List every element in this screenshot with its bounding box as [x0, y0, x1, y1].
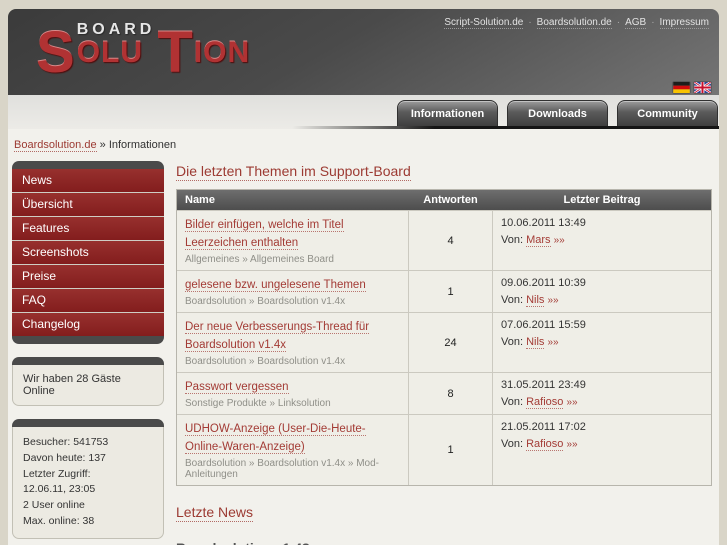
goto-post-arrows[interactable]: »»: [548, 337, 559, 348]
topic-link[interactable]: UDHOW-Anzeige (User-Die-Heute-Online-War…: [185, 423, 366, 454]
sidebar-item-faq[interactable]: FAQ: [12, 288, 164, 312]
table-header-row: Name Antworten Letzter Beitrag: [177, 190, 711, 210]
news-section-title: Letzte News: [176, 504, 254, 522]
sidebar-menu: News Übersicht Features Screenshots Prei…: [12, 161, 164, 344]
link-separator: ·: [528, 17, 532, 28]
goto-post-arrows[interactable]: »»: [566, 397, 577, 408]
table-row: gelesene bzw. ungelesene Themen Boardsol…: [177, 270, 711, 312]
sidebar-item-screenshots[interactable]: Screenshots: [12, 240, 164, 264]
link-agb[interactable]: AGB: [625, 17, 647, 29]
author-link[interactable]: Mars: [526, 233, 551, 247]
stat-users-online: 2 User online: [23, 499, 85, 511]
topic-answers-count: 1: [408, 415, 493, 485]
breadcrumb-current: Informationen: [108, 139, 177, 151]
sidebar-item-preise[interactable]: Preise: [12, 264, 164, 288]
goto-post-arrows[interactable]: »»: [554, 235, 565, 246]
link-script-solution[interactable]: Script-Solution.de: [444, 17, 524, 29]
breadcrumb: Boardsolution.de » Informationen: [14, 139, 712, 152]
stat-today: Davon heute: 137: [23, 451, 106, 464]
column-header-name: Name: [185, 194, 215, 206]
menu-top-cap: [12, 161, 164, 169]
author-link[interactable]: Rafioso: [526, 395, 564, 409]
table-row: Passwort vergessen Sonstige Produkte » L…: [177, 372, 711, 414]
content-area: Die letzten Themen im Support-Board Name…: [176, 161, 712, 545]
goto-post-arrows[interactable]: »»: [548, 295, 559, 306]
stat-last-access-label: Letzter Zugriff:: [23, 467, 91, 480]
topic-date: 07.06.2011 15:59: [501, 319, 586, 331]
sidebar-item-features[interactable]: Features: [12, 216, 164, 240]
topic-answers-count: 4: [408, 211, 493, 270]
link-separator: ·: [616, 17, 621, 28]
logo-letter-s: S: [36, 20, 75, 85]
main-area: Boardsolution.de » Informationen News Üb…: [8, 129, 719, 545]
sidebar-item-uebersicht[interactable]: Übersicht: [12, 192, 164, 216]
header-top-links: Script-Solution.de · Boardsolution.de · AGB ·…: [444, 17, 709, 29]
news-article: Boardsolution v1.43 Wieder sind ein paar…: [176, 540, 712, 545]
topic-category: Boardsolution » Boardsolution v1.4x » Mo…: [185, 458, 380, 480]
topic-date: 10.06.2011 13:49: [501, 217, 586, 229]
breadcrumb-separator: »: [99, 139, 106, 151]
tab-informationen[interactable]: Informationen: [397, 100, 498, 126]
tab-community[interactable]: Community: [617, 100, 718, 126]
stat-last-access-value: 12.06.11, 23:05: [23, 483, 96, 496]
guests-online-text: Wir haben 28 Gäste Online: [23, 373, 121, 397]
sidebar-item-changelog[interactable]: Changelog: [12, 312, 164, 336]
topic-link[interactable]: Bilder einfügen, welche im Titel Leerzei…: [185, 219, 344, 250]
box-top-cap: [12, 357, 164, 365]
uk-flag-icon[interactable]: [694, 82, 711, 93]
logo-olu-text: OLU: [76, 36, 144, 69]
table-row: Der neue Verbesserungs-Thread für Boards…: [177, 312, 711, 372]
topic-link[interactable]: Der neue Verbesserungs-Thread für Boards…: [185, 321, 370, 352]
topic-category: Sonstige Produkte » Linksolution: [185, 398, 331, 409]
breadcrumb-home-link[interactable]: Boardsolution.de: [14, 139, 97, 152]
von-label: Von:: [501, 437, 524, 450]
menu-bottom-cap: [12, 336, 164, 344]
link-separator: ·: [651, 17, 655, 28]
topic-category: Allgemeines » Allgemeines Board: [185, 254, 334, 265]
topic-date: 31.05.2011 23:49: [501, 379, 586, 391]
guests-online-box: Wir haben 28 Gäste Online: [12, 357, 164, 406]
von-label: Von:: [501, 395, 524, 408]
topic-link[interactable]: Passwort vergessen: [185, 381, 289, 394]
topic-date: 09.06.2011 10:39: [501, 277, 586, 289]
author-link[interactable]: Nils: [526, 293, 545, 307]
box-top-cap: [12, 419, 164, 427]
author-link[interactable]: Nils: [526, 335, 545, 349]
topic-link[interactable]: gelesene bzw. ungelesene Themen: [185, 279, 366, 292]
sidebar: News Übersicht Features Screenshots Prei…: [12, 161, 164, 545]
link-boardsolution[interactable]: Boardsolution.de: [536, 17, 612, 29]
topic-category: Boardsolution » Boardsolution v1.4x: [185, 356, 346, 367]
topic-answers-count: 24: [408, 313, 493, 372]
boardsolution-logo: S BOARD OLU T ION: [36, 21, 251, 81]
tab-underline: [8, 126, 719, 129]
column-header-letzter-beitrag: Letzter Beitrag: [563, 194, 641, 206]
german-flag-icon[interactable]: [673, 82, 690, 93]
column-header-antworten: Antworten: [423, 194, 478, 206]
topic-answers-count: 1: [408, 271, 493, 312]
site-header: Script-Solution.de · Boardsolution.de · AGB ·…: [8, 9, 719, 95]
page-container: Script-Solution.de · Boardsolution.de · AGB ·…: [8, 9, 719, 545]
stat-max-online: Max. online: 38: [23, 514, 95, 527]
logo-ion-text: ION: [193, 36, 251, 69]
author-link[interactable]: Rafioso: [526, 437, 564, 451]
topics-section-title: Die letzten Themen im Support-Board: [176, 163, 411, 181]
table-row: UDHOW-Anzeige (User-Die-Heute-Online-War…: [177, 414, 711, 485]
topic-answers-count: 8: [408, 373, 493, 414]
topics-table: Name Antworten Letzter Beitrag Bilder ei…: [176, 189, 712, 486]
topic-date: 21.05.2011 17:02: [501, 421, 586, 433]
article-heading-v143: Boardsolution v1.43: [176, 540, 712, 545]
tab-bar: Informationen Downloads Community: [8, 95, 719, 129]
von-label: Von:: [501, 335, 524, 348]
table-row: Bilder einfügen, welche im Titel Leerzei…: [177, 210, 711, 270]
sidebar-item-news[interactable]: News: [12, 169, 164, 192]
goto-post-arrows[interactable]: »»: [566, 439, 577, 450]
visitor-stats-box: Besucher: 541753 Davon heute: 137 Letzte…: [12, 419, 164, 539]
stat-visitors: Besucher: 541753: [23, 436, 109, 448]
tab-downloads[interactable]: Downloads: [507, 100, 608, 126]
link-impressum[interactable]: Impressum: [659, 17, 709, 29]
logo-letter-t: T: [157, 20, 193, 85]
topic-category: Boardsolution » Boardsolution v1.4x: [185, 296, 346, 307]
von-label: Von:: [501, 293, 524, 306]
von-label: Von:: [501, 233, 524, 246]
